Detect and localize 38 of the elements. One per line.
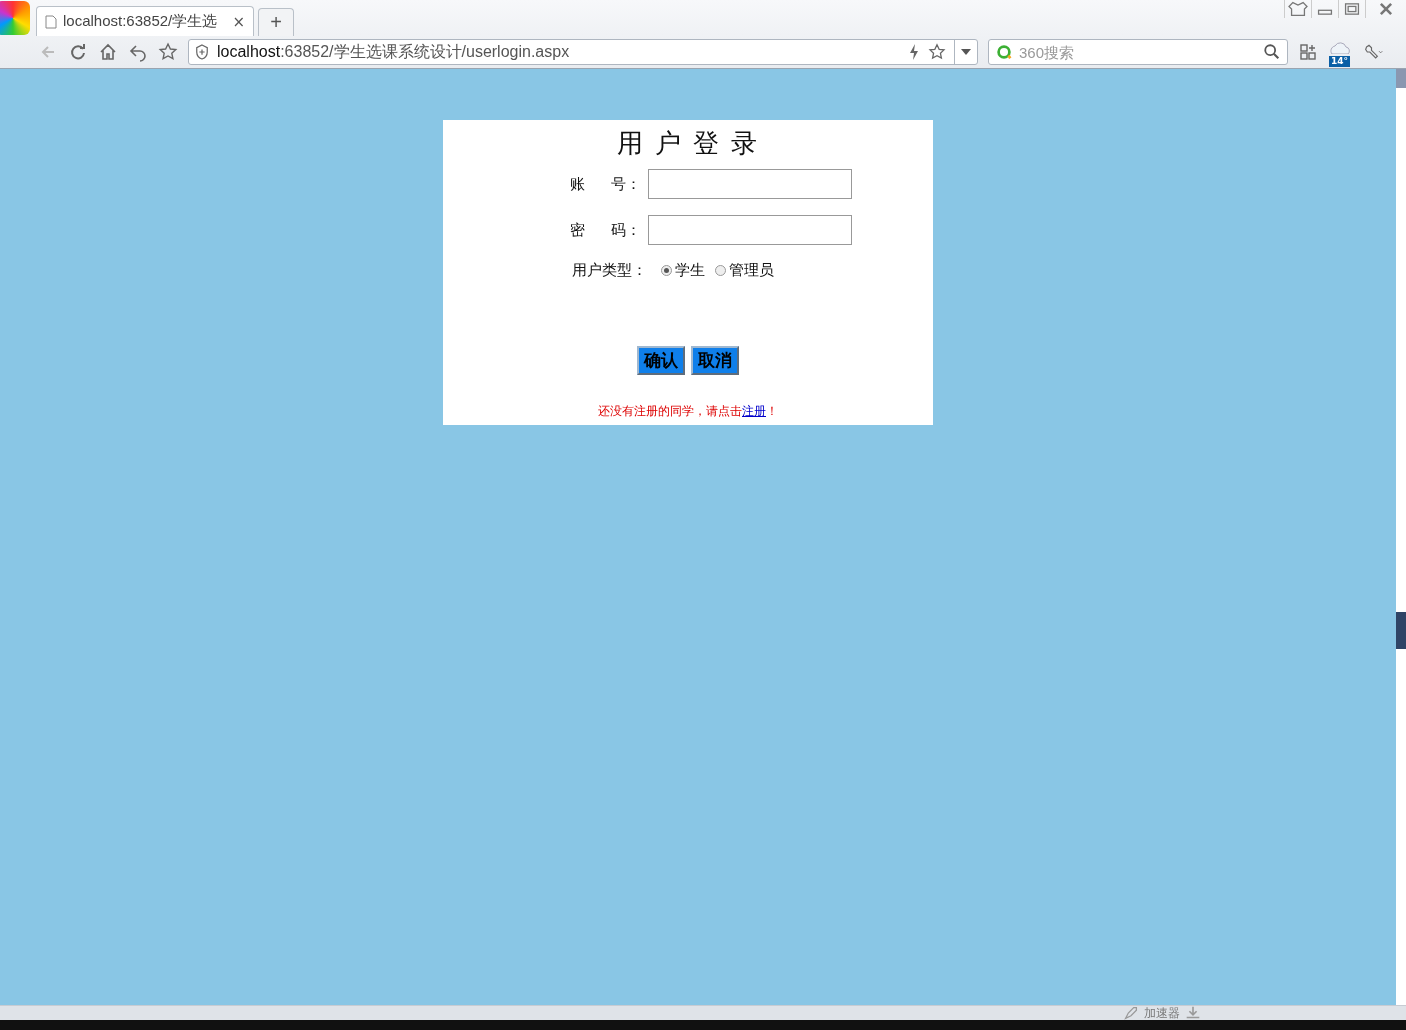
wrench-icon[interactable]: [1364, 42, 1384, 62]
undo-icon[interactable]: [128, 42, 148, 62]
lightning-icon[interactable]: [908, 43, 920, 61]
register-prompt: 还没有注册的同学，请点击注册！: [598, 404, 778, 418]
radio-button[interactable]: [661, 265, 672, 276]
temperature-text: 14°: [1329, 56, 1351, 67]
confirm-button[interactable]: 确认: [637, 346, 685, 375]
grid-icon[interactable]: [1298, 42, 1318, 62]
search-field[interactable]: 360搜索: [988, 39, 1288, 65]
tab-title: localhost:63852/学生选: [63, 12, 219, 31]
login-title: 用 户 登 录: [616, 127, 760, 160]
url-text: localhost:63852/学生选课系统设计/userlogin.aspx: [217, 41, 570, 62]
radio-button[interactable]: [715, 265, 726, 276]
account-field[interactable]: [648, 169, 852, 199]
shield-icon: [195, 44, 209, 60]
ring-icon: [995, 43, 1013, 61]
register-link[interactable]: 注册: [742, 404, 766, 418]
radio-label: 管理员: [729, 261, 774, 280]
refresh-icon[interactable]: [68, 42, 88, 62]
cancel-button[interactable]: 取消: [691, 346, 739, 375]
address-bar[interactable]: localhost:63852/学生选课系统设计/userlogin.aspx: [188, 39, 978, 65]
star-icon[interactable]: [928, 43, 946, 61]
accelerator-label[interactable]: 加速器: [1144, 1004, 1180, 1022]
browser-logo-icon[interactable]: [0, 1, 30, 35]
browser-tab[interactable]: localhost:63852/学生选 ×: [36, 6, 254, 36]
page-icon: [45, 14, 57, 29]
new-tab-button[interactable]: +: [258, 8, 294, 36]
home-icon[interactable]: [98, 42, 118, 62]
radio-label: 学生: [675, 261, 705, 280]
star-icon[interactable]: [158, 42, 178, 62]
password-field[interactable]: [648, 215, 852, 245]
search-icon[interactable]: [1263, 43, 1281, 61]
skin-icon[interactable]: [1284, 0, 1311, 18]
caret-icon: [961, 49, 971, 55]
field-label: 账 号：: [569, 174, 642, 194]
user-type-label: 用户类型：: [572, 261, 647, 280]
tab-close-button[interactable]: ×: [232, 12, 245, 31]
field-label: 密 码：: [569, 220, 642, 240]
